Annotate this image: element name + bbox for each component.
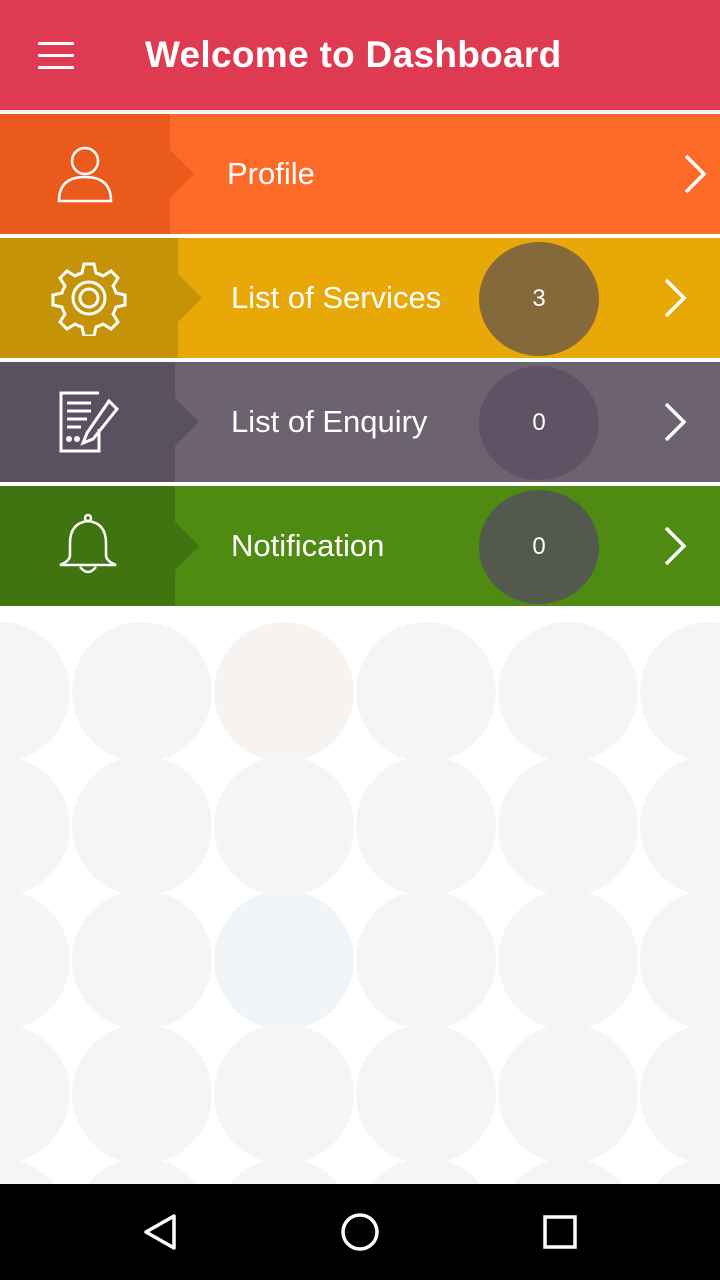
bell-icon: [0, 486, 175, 606]
arrow-tip: [175, 522, 199, 570]
menu-item-label: Notification: [231, 528, 385, 563]
document-edit-icon: [0, 362, 175, 482]
count-badge: 0: [479, 490, 599, 604]
count-badge: 0: [479, 366, 599, 480]
back-triangle-icon: [144, 1214, 176, 1250]
dashboard-menu: Profile List of Services 3 List of Enqui…: [0, 114, 720, 610]
menu-item-notification[interactable]: Notification 0: [0, 486, 720, 606]
arrow-tip: [170, 150, 194, 198]
home-circle-icon: [341, 1213, 379, 1251]
recents-square-icon: [543, 1215, 577, 1249]
user-icon: [0, 114, 170, 234]
menu-item-list-of-enquiry[interactable]: List of Enquiry 0: [0, 362, 720, 482]
arrow-tip: [175, 398, 199, 446]
menu-item-label: Profile: [227, 156, 315, 191]
count-badge: 3: [479, 242, 599, 356]
menu-item-label: List of Services: [231, 280, 442, 315]
menu-button[interactable]: [28, 32, 84, 80]
chevron-right-icon: [656, 402, 696, 442]
menu-item-profile[interactable]: Profile: [0, 114, 720, 234]
menu-item-list-of-services[interactable]: List of Services 3: [0, 238, 720, 358]
chevron-right-icon: [656, 278, 696, 318]
recents-button[interactable]: [532, 1204, 588, 1260]
system-navigation-bar: [0, 1184, 720, 1280]
background-pattern: [0, 606, 720, 1184]
menu-item-label: List of Enquiry: [231, 404, 428, 439]
page-title: Welcome to Dashboard: [145, 34, 562, 75]
chevron-right-icon: [656, 526, 696, 566]
gear-icon: [0, 238, 178, 358]
app-bar: Welcome to Dashboard: [0, 0, 720, 112]
back-button[interactable]: [132, 1204, 188, 1260]
home-button[interactable]: [332, 1204, 388, 1260]
arrow-tip: [178, 274, 202, 322]
chevron-right-icon: [676, 154, 716, 194]
